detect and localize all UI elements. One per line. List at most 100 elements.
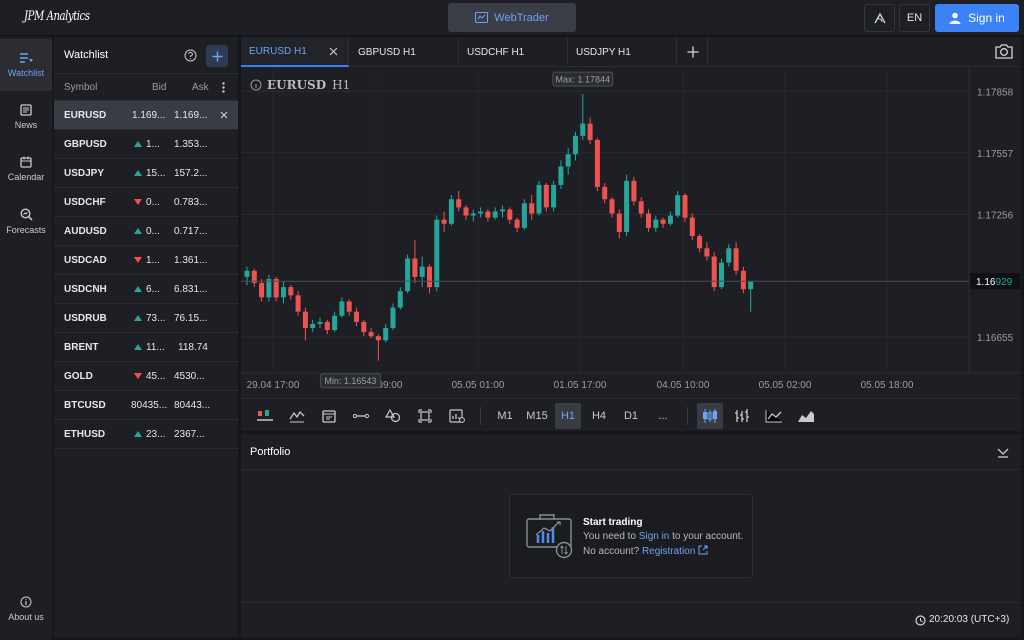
language-button[interactable]: EN <box>899 4 930 32</box>
collapse-icon[interactable] <box>997 446 1009 458</box>
candles-chart-type[interactable] <box>697 403 723 429</box>
registration-link[interactable]: Registration <box>642 546 695 557</box>
candle-body[interactable] <box>288 287 294 296</box>
candle-body[interactable] <box>660 219 666 224</box>
candle-body[interactable] <box>638 201 644 214</box>
candle-body[interactable] <box>609 199 615 214</box>
nav-item-calendar[interactable]: Calendar <box>0 143 52 195</box>
candle-body[interactable] <box>485 211 491 218</box>
candle-body[interactable] <box>500 209 505 212</box>
candle-body[interactable] <box>244 270 250 277</box>
watchlist-row-usdjpy[interactable]: USDJPY 15... 157.2... <box>54 159 238 188</box>
tab-eurusd[interactable]: EURUSD H1 <box>241 37 349 67</box>
bars-chart-type[interactable] <box>729 403 755 429</box>
candle-body[interactable] <box>383 328 389 341</box>
timeframe-m1[interactable]: M1 <box>493 403 517 429</box>
col-bid[interactable]: Bid <box>152 82 166 93</box>
fullscreen-tool[interactable] <box>413 403 437 429</box>
candle-body[interactable] <box>704 248 710 257</box>
candle-body[interactable] <box>317 321 323 324</box>
line-chart-type[interactable] <box>761 403 787 429</box>
candle-body[interactable] <box>580 123 586 136</box>
candle-body[interactable] <box>448 199 454 224</box>
candle-body[interactable] <box>521 203 527 228</box>
candle-body[interactable] <box>332 315 338 331</box>
candle-body[interactable] <box>733 248 739 271</box>
candle-body[interactable] <box>536 184 542 214</box>
candle-body[interactable] <box>310 323 316 329</box>
candle-body[interactable] <box>543 184 549 208</box>
candle-body[interactable] <box>302 311 308 329</box>
watchlist-row-ethusd[interactable]: ETHUSD 23... 2367... <box>54 420 238 449</box>
candle-body[interactable] <box>456 199 462 208</box>
watchlist-row-eurusd[interactable]: EURUSD 1.169... 1.169... <box>54 101 238 130</box>
candle-body[interactable] <box>397 291 403 308</box>
watchlist-row-gold[interactable]: GOLD 45... 4530... <box>54 362 238 391</box>
nav-item-about[interactable]: About us <box>0 583 52 635</box>
candle-body[interactable] <box>492 211 498 218</box>
candle-body[interactable] <box>711 256 717 288</box>
chart-svg[interactable]: 1.178581.175571.172561.1665529.04 17:003… <box>241 68 1021 396</box>
candle-body[interactable] <box>339 301 345 316</box>
events-tool[interactable] <box>317 403 341 429</box>
watchlist-row-usdchf[interactable]: USDCHF 0... 0.783... <box>54 188 238 217</box>
candle-body[interactable] <box>689 217 695 237</box>
candle-body[interactable] <box>470 213 476 216</box>
candle-body[interactable] <box>565 154 571 167</box>
remove-symbol-icon[interactable] <box>220 111 228 119</box>
candle-body[interactable] <box>273 278 279 298</box>
candle-body[interactable] <box>667 215 673 224</box>
trendline-tool[interactable] <box>285 403 309 429</box>
candle-body[interactable] <box>390 307 396 329</box>
candle-body[interactable] <box>266 278 272 298</box>
nav-item-news[interactable]: News <box>0 91 52 143</box>
external-link-icon[interactable] <box>698 545 708 555</box>
area-chart-type[interactable] <box>793 403 819 429</box>
tab-usdchf[interactable]: USDCHF H1 <box>459 37 568 67</box>
screenshot-button[interactable] <box>995 43 1013 59</box>
candle-body[interactable] <box>295 295 301 312</box>
candle-body[interactable] <box>558 166 564 185</box>
close-tab-icon[interactable] <box>329 47 338 56</box>
candle-body[interactable] <box>259 283 265 298</box>
candle-body[interactable] <box>441 219 447 224</box>
candle-body[interactable] <box>719 262 724 288</box>
watchlist-row-gbpusd[interactable]: GBPUSD 1... 1.353... <box>54 130 238 159</box>
candle-body[interactable] <box>324 321 330 331</box>
candle-body[interactable] <box>587 123 593 140</box>
candle-body[interactable] <box>405 258 411 292</box>
candle-body[interactable] <box>631 180 637 202</box>
candle-body[interactable] <box>412 258 418 277</box>
price-chart[interactable]: 1.178581.175571.172561.1665529.04 17:003… <box>241 68 1021 396</box>
col-symbol[interactable]: Symbol <box>64 82 97 93</box>
candle-body[interactable] <box>427 266 432 288</box>
candle-body[interactable] <box>434 219 440 288</box>
candle-body[interactable] <box>463 207 469 216</box>
candle-body[interactable] <box>653 219 659 228</box>
tab-usdjpy[interactable]: USDJPY H1 <box>568 37 677 67</box>
candle-body[interactable] <box>419 266 425 277</box>
watchlist-row-btcusd[interactable]: BTCUSD 80435... 80443... <box>54 391 238 420</box>
theme-toggle-button[interactable] <box>864 4 895 32</box>
chart-settings-tool[interactable] <box>445 403 469 429</box>
candle-body[interactable] <box>368 332 374 337</box>
candle-body[interactable] <box>726 248 732 263</box>
more-vert-icon[interactable] <box>222 82 225 93</box>
shapes-tool[interactable] <box>381 403 405 429</box>
timeframe-m15[interactable]: M15 <box>522 403 552 429</box>
add-tab-button[interactable] <box>678 37 708 67</box>
indicators-button[interactable] <box>253 403 277 429</box>
candle-body[interactable] <box>616 213 622 232</box>
candle-body[interactable] <box>361 321 367 333</box>
candle-body[interactable] <box>346 301 352 312</box>
candle-body[interactable] <box>646 213 651 228</box>
candle-body[interactable] <box>551 184 557 208</box>
timeframe-h1[interactable]: H1 <box>555 403 581 429</box>
candle-body[interactable] <box>697 236 703 249</box>
candle-body[interactable] <box>281 287 286 298</box>
candle-body[interactable] <box>740 270 746 290</box>
timeframe-d1[interactable]: D1 <box>619 403 643 429</box>
ruler-tool[interactable] <box>349 403 373 429</box>
candle-body[interactable] <box>675 195 681 216</box>
watchlist-row-brent[interactable]: BRENT 11... 118.74 <box>54 333 238 362</box>
